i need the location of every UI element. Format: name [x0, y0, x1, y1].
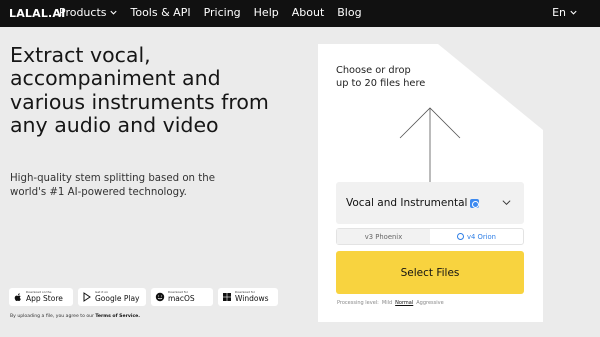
store-badges: Download on the App Store Get it on Goog…: [9, 288, 278, 306]
nav-item-products[interactable]: Products: [59, 6, 118, 19]
version-label: v4 Orion: [466, 232, 496, 241]
processing-level-label: Processing level:: [337, 300, 379, 306]
hero-headline: Extract vocal, accompaniment and various…: [10, 43, 269, 137]
nav-item-label: Blog: [337, 6, 362, 19]
drop-zone-text[interactable]: Choose or drop up to 20 files here: [336, 64, 426, 90]
nav-item-label: Products: [59, 6, 107, 19]
apple-icon: [14, 293, 21, 301]
stem-type-badge-icon: [470, 198, 480, 208]
macos-download-button[interactable]: Download for macOS: [151, 288, 213, 306]
nav-item-label: Tools & API: [130, 6, 191, 19]
chevron-down-icon: [502, 200, 511, 205]
nav-item-tools-api[interactable]: Tools & API: [131, 6, 191, 19]
nav-item-blog[interactable]: Blog: [337, 6, 361, 19]
level-option-mild[interactable]: Mild: [382, 300, 392, 306]
version-option-phoenix[interactable]: v3 Phoenix: [337, 229, 430, 244]
top-nav: LALAL.AI Products Tools & API Pricing He…: [0, 0, 600, 27]
orion-icon: [456, 233, 464, 240]
language-selector[interactable]: En: [552, 6, 578, 19]
chevron-down-icon: [570, 10, 577, 15]
select-files-button[interactable]: Select Files: [336, 251, 524, 294]
nav-item-pricing[interactable]: Pricing: [204, 6, 241, 19]
version-label: v3 Phoenix: [364, 232, 403, 241]
app-store-button[interactable]: Download on the App Store: [9, 288, 73, 306]
terms-of-service-link[interactable]: Terms of Service.: [95, 314, 140, 319]
windows-icon: [223, 293, 231, 301]
upload-arrow-icon: [399, 107, 461, 182]
stem-type-select[interactable]: Vocal and Instrumental: [336, 182, 524, 224]
store-label: Google Play: [95, 294, 140, 304]
stem-type-value: Vocal and Instrumental: [346, 197, 468, 209]
level-option-normal[interactable]: Normal: [395, 300, 413, 306]
windows-download-button[interactable]: Download for Windows: [218, 288, 278, 306]
nav-item-label: Help: [253, 6, 279, 19]
nav-item-help[interactable]: Help: [254, 6, 279, 19]
macos-icon: [155, 292, 165, 302]
store-label: App Store: [26, 294, 63, 304]
logo[interactable]: LALAL.AI: [9, 7, 65, 20]
google-play-button[interactable]: Get it on Google Play: [78, 288, 146, 306]
chevron-down-icon: [109, 10, 117, 15]
language-label: En: [552, 6, 566, 19]
level-option-aggressive[interactable]: Aggressive: [416, 300, 443, 306]
terms-text: By uploading a file, you agree to our: [10, 314, 96, 319]
nav-item-about[interactable]: About: [292, 6, 325, 19]
terms-notice: By uploading a file, you agree to our Te…: [10, 314, 140, 319]
upload-card: Choose or drop up to 20 files here Vocal…: [318, 44, 543, 322]
store-label: macOS: [168, 294, 195, 304]
nav-item-label: Pricing: [203, 6, 241, 19]
nav-item-label: About: [291, 6, 325, 19]
hero-subhead: High-quality stem splitting based on the…: [10, 173, 215, 198]
store-label: Windows: [235, 294, 269, 304]
google-play-icon: [83, 292, 91, 302]
model-version-toggle: v3 Phoenix v4 Orion: [336, 228, 524, 245]
version-option-orion[interactable]: v4 Orion: [430, 229, 523, 244]
nav-menu: Products Tools & API Pricing Help About …: [59, 6, 375, 19]
processing-level: Processing level: Mild Normal Aggressive: [337, 300, 444, 306]
